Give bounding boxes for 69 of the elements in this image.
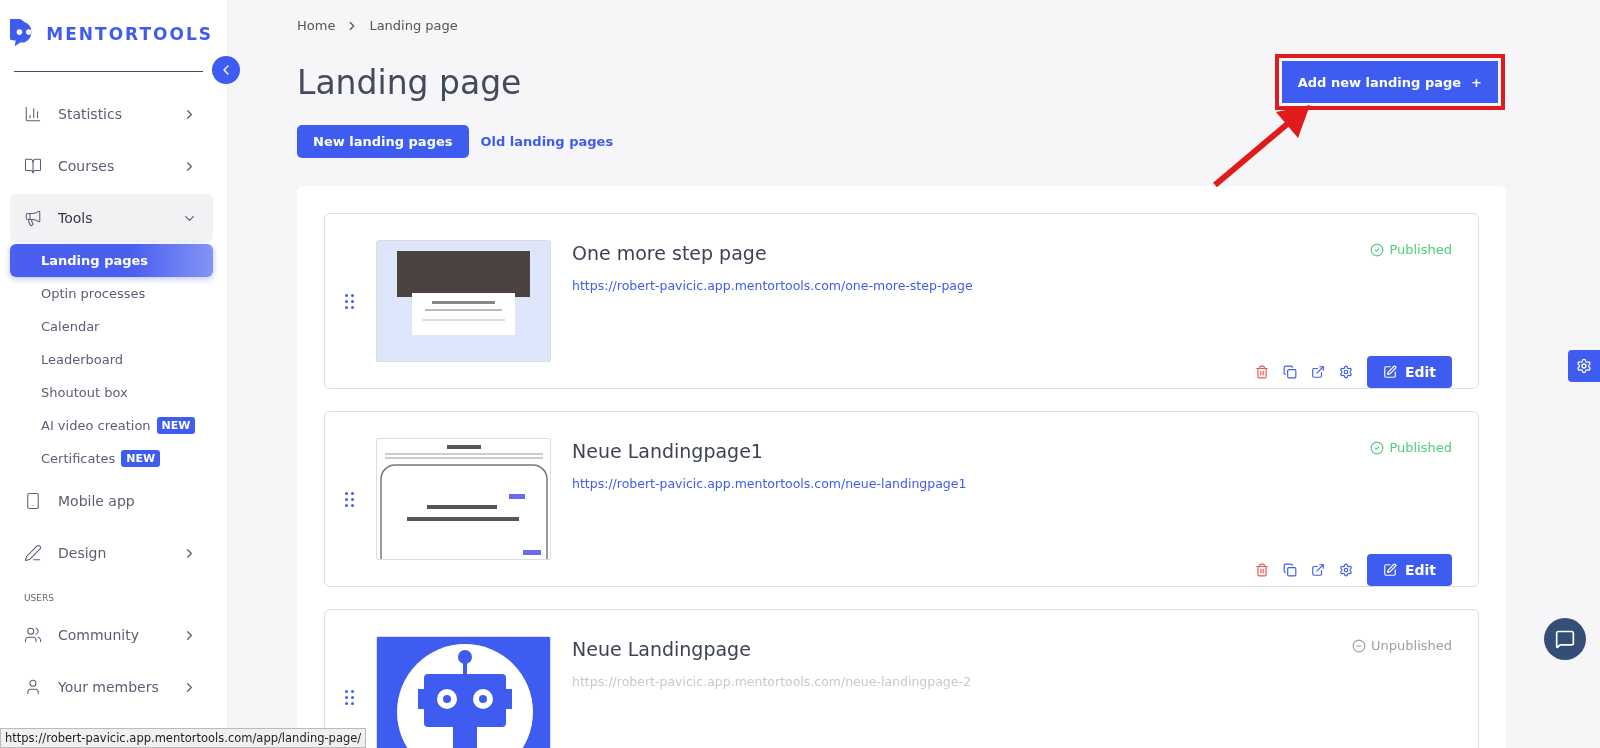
page-name: Neue Landingpage	[572, 638, 752, 660]
people-icon	[24, 626, 42, 644]
status-label: Published	[1370, 242, 1452, 257]
status-label: Unpublished	[1352, 638, 1452, 653]
brand-name: MENTORTOOLS	[46, 24, 213, 44]
sidebar-item[interactable]: Mobile app	[10, 477, 213, 525]
sidebar-item[interactable]: Courses	[10, 142, 213, 190]
edit-button[interactable]: Edit	[1366, 554, 1452, 586]
edit-icon	[1382, 563, 1397, 577]
sidebar-item[interactable]: Tools	[10, 194, 213, 242]
person-icon	[24, 678, 42, 696]
tab[interactable]: New landing pages	[297, 125, 469, 158]
sidebar-item[interactable]: Your members	[10, 663, 213, 711]
check-circle-icon	[1370, 440, 1385, 455]
drag-handle-icon[interactable]	[345, 690, 354, 705]
sidebar-label: Tools	[58, 210, 94, 226]
duplicate-button[interactable]	[1282, 563, 1297, 577]
delete-button[interactable]	[1254, 563, 1269, 577]
page-title: Landing page	[297, 62, 522, 102]
new-badge: NEW	[156, 417, 196, 434]
sidebar-label: Your members	[58, 679, 160, 695]
duplicate-button[interactable]	[1282, 365, 1297, 379]
bar-chart-icon	[24, 105, 42, 123]
submenu-item[interactable]: Certificates NEW	[10, 442, 213, 475]
phone-icon	[24, 492, 42, 510]
submenu-item[interactable]: Landing pages	[10, 244, 213, 277]
drag-handle-icon[interactable]	[345, 492, 354, 507]
minus-circle-icon	[1352, 638, 1366, 653]
status-label: Published	[1370, 440, 1452, 455]
tab[interactable]: Old landing pages	[478, 125, 616, 158]
sidebar-label: Statistics	[58, 106, 123, 122]
sidebar-label: Courses	[58, 158, 116, 174]
edit-icon	[1382, 365, 1397, 379]
submenu-item[interactable]: Calendar	[10, 310, 213, 343]
breadcrumb-item: Landing page	[369, 18, 458, 33]
breadcrumb-item[interactable]: Home	[297, 18, 336, 33]
book-icon	[24, 157, 42, 175]
new-badge: NEW	[121, 450, 161, 467]
sidebar-item[interactable]: Design	[10, 529, 213, 577]
settings-button[interactable]	[1568, 350, 1600, 382]
gear-icon	[1576, 358, 1592, 374]
sidebar-item[interactable]: Statistics	[10, 90, 213, 138]
page-name: Neue Landingpage1	[572, 440, 764, 462]
submenu-item[interactable]: Shoutout box	[10, 376, 213, 409]
settings-button[interactable]	[1338, 563, 1353, 577]
submenu-item[interactable]: AI video creation NEW	[10, 409, 213, 442]
submenu-item[interactable]: Leaderboard	[10, 343, 213, 376]
chat-button[interactable]	[1544, 618, 1586, 660]
collapse-sidebar-button[interactable]	[212, 56, 240, 84]
drag-handle-icon[interactable]	[345, 294, 354, 309]
pencil-icon	[24, 544, 42, 562]
sidebar-label: Design	[58, 545, 108, 561]
status-bar-url: https://robert-pavicic.app.mentortools.com/app/landing-page/	[0, 728, 367, 748]
section-heading: USERS	[23, 592, 55, 605]
open-external-button[interactable]	[1310, 563, 1325, 577]
settings-button[interactable]	[1338, 365, 1353, 379]
page-url-link[interactable]: https://robert-pavicic.app.mentortools.com/neue-landingpage1	[572, 476, 1255, 491]
sidebar-item[interactable]: Community	[10, 611, 213, 659]
sidebar-label: Community	[58, 627, 141, 643]
submenu-item[interactable]: Optin processes	[10, 277, 213, 310]
sidebar-label: Mobile app	[58, 493, 136, 509]
delete-button[interactable]	[1254, 365, 1269, 379]
megaphone-icon	[24, 209, 42, 227]
check-circle-icon	[1370, 242, 1385, 257]
chat-bubble-icon	[1555, 629, 1575, 649]
page-url-link[interactable]: https://robert-pavicic.app.mentortools.com/one-more-step-page	[572, 278, 1255, 293]
edit-button[interactable]: Edit	[1366, 356, 1452, 388]
open-external-button[interactable]	[1310, 365, 1325, 379]
page-name: One more step page	[572, 242, 768, 264]
